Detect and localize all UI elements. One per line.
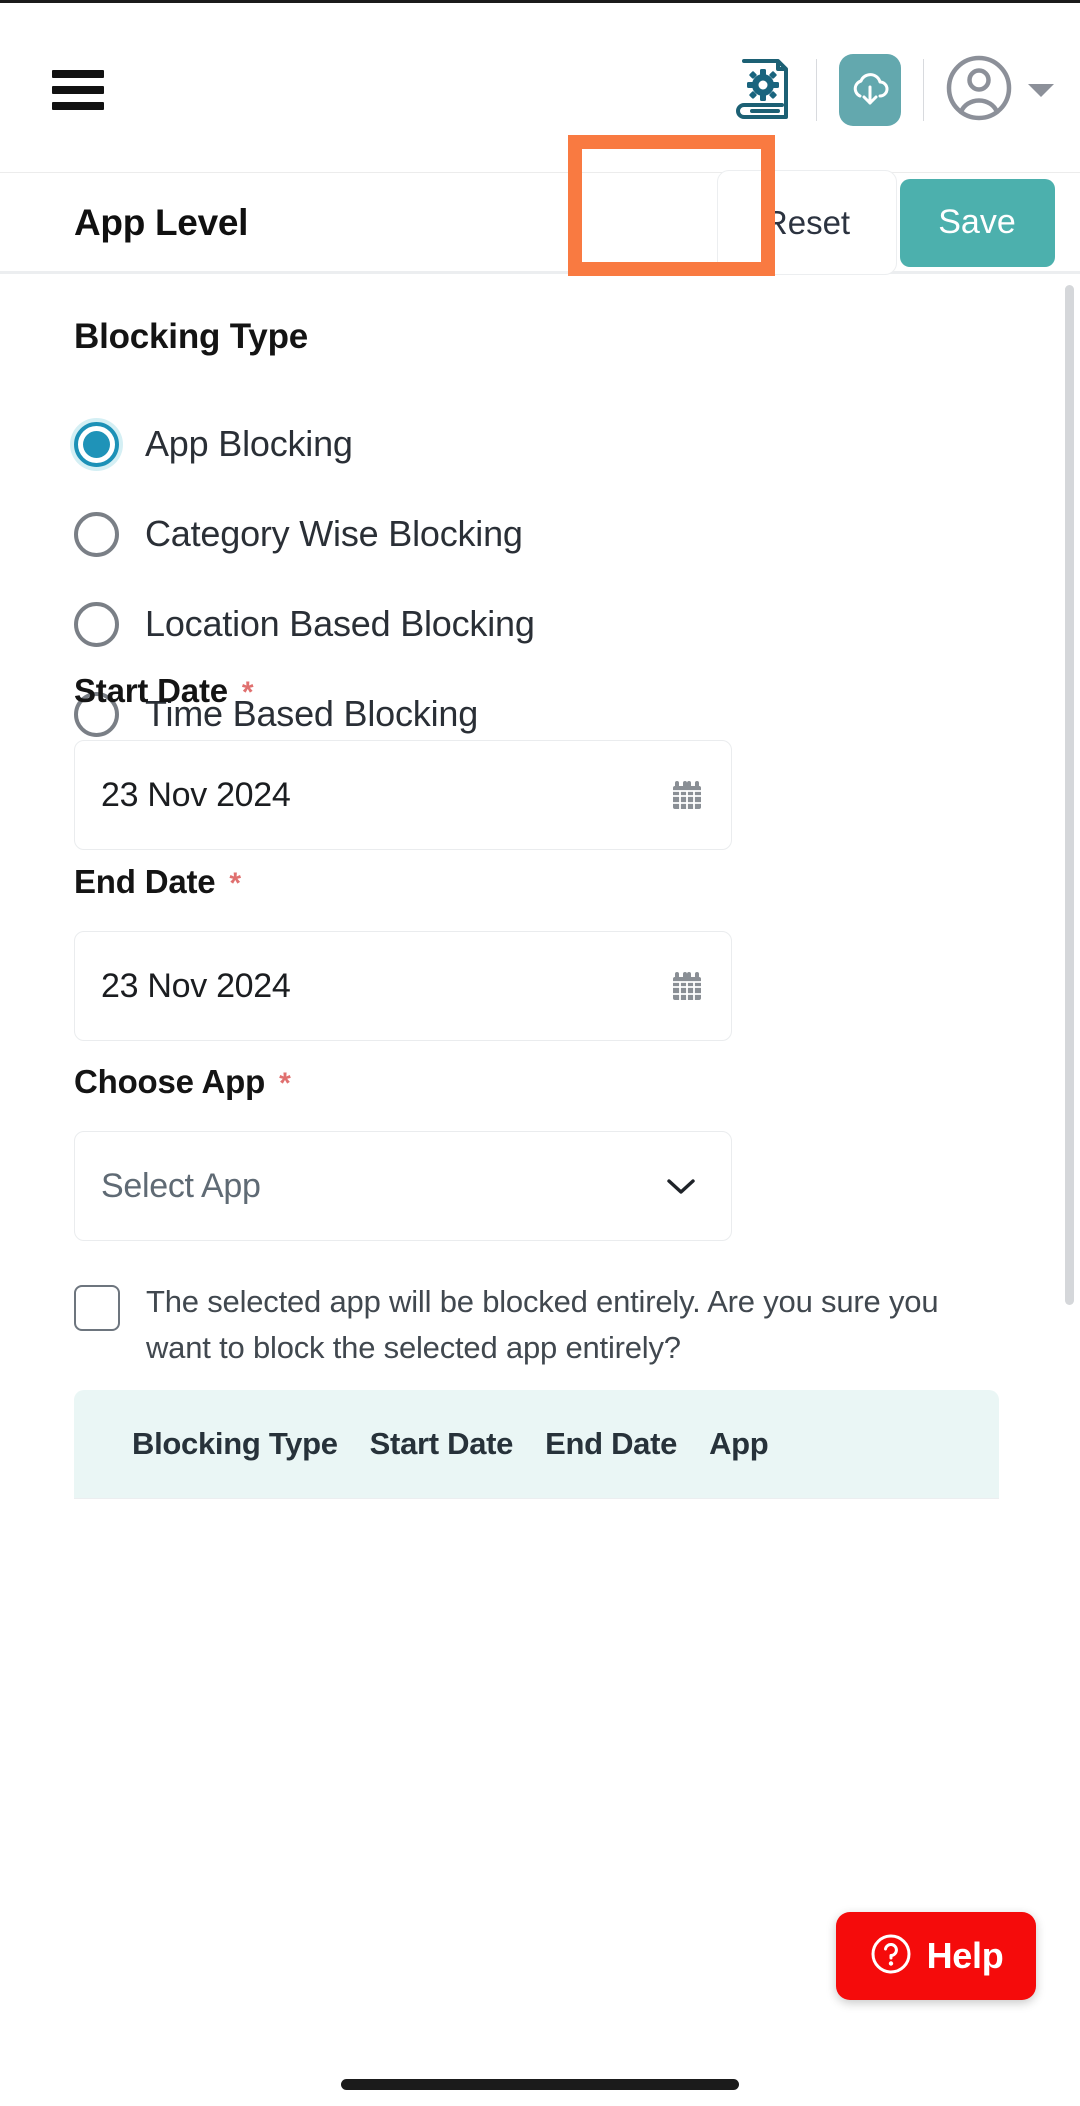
required-asterisk: * bbox=[241, 676, 254, 709]
help-button[interactable]: Help bbox=[836, 1912, 1036, 2000]
start-date-value: 23 Nov 2024 bbox=[101, 775, 291, 814]
home-indicator[interactable] bbox=[341, 2079, 739, 2090]
reset-button[interactable]: Reset bbox=[717, 170, 897, 275]
table-body bbox=[74, 1498, 999, 1588]
start-date-field: Start Date * 23 Nov 2024 bbox=[74, 672, 734, 850]
radio-location-based-blocking[interactable]: Location Based Blocking bbox=[74, 579, 874, 669]
radio-category-wise-blocking[interactable]: Category Wise Blocking bbox=[74, 489, 874, 579]
user-avatar-icon bbox=[946, 55, 1012, 126]
blocking-records-table: Blocking Type Start Date End Date App bbox=[74, 1390, 999, 1588]
chevron-down-icon bbox=[663, 1174, 699, 1198]
blocking-type-heading: Blocking Type bbox=[74, 317, 309, 356]
calendar-icon[interactable] bbox=[669, 777, 705, 813]
radio-label: App Blocking bbox=[145, 423, 353, 464]
page-title: App Level bbox=[74, 201, 249, 243]
page-header-actions: Reset Save bbox=[717, 152, 1080, 294]
book-gear-icon[interactable] bbox=[732, 55, 794, 125]
end-date-label: End Date * bbox=[74, 863, 241, 900]
end-date-input[interactable]: 23 Nov 2024 bbox=[74, 931, 732, 1041]
radio-app-blocking[interactable]: App Blocking bbox=[74, 399, 874, 489]
table-column-app: App bbox=[709, 1426, 769, 1461]
end-date-value: 23 Nov 2024 bbox=[101, 966, 291, 1005]
status-bar bbox=[0, 0, 1080, 8]
content-scrollbar-thumb[interactable] bbox=[1065, 285, 1074, 1305]
start-date-input[interactable]: 23 Nov 2024 bbox=[74, 740, 732, 850]
end-date-field: End Date * 23 Nov 2024 bbox=[74, 863, 734, 1041]
calendar-icon[interactable] bbox=[669, 968, 705, 1004]
save-button[interactable]: Save bbox=[899, 178, 1055, 267]
hamburger-menu-icon[interactable] bbox=[52, 70, 104, 110]
user-menu[interactable] bbox=[946, 55, 1054, 126]
header-divider-1 bbox=[816, 59, 817, 121]
required-asterisk: * bbox=[279, 1067, 291, 1100]
choose-app-field: Choose App * Select App bbox=[74, 1063, 734, 1241]
choose-app-select[interactable]: Select App bbox=[74, 1131, 732, 1241]
choose-app-placeholder: Select App bbox=[101, 1166, 261, 1205]
choose-app-label: Choose App * bbox=[74, 1063, 291, 1100]
radio-indicator-icon bbox=[74, 421, 119, 467]
app-header-bar bbox=[0, 8, 1080, 173]
cloud-download-icon[interactable] bbox=[839, 54, 901, 126]
table-header-row: Blocking Type Start Date End Date App bbox=[74, 1390, 999, 1498]
radio-label: Category Wise Blocking bbox=[145, 513, 523, 554]
confirm-block-checkbox[interactable] bbox=[74, 1285, 120, 1331]
save-button-container: Save bbox=[874, 152, 1080, 294]
table-column-start-date: Start Date bbox=[369, 1426, 514, 1461]
home-bar-area bbox=[0, 2058, 1080, 2106]
app-screen: App Level Reset Save Blocking Type App B… bbox=[0, 0, 1080, 2106]
radio-label: Location Based Blocking bbox=[145, 603, 535, 644]
required-asterisk: * bbox=[229, 867, 241, 900]
app-header-actions bbox=[732, 47, 1054, 133]
form-content: Blocking Type App Blocking Category Wise… bbox=[0, 277, 1080, 2077]
table-column-blocking-type: Blocking Type bbox=[132, 1426, 338, 1461]
question-mark-circle-icon bbox=[869, 1932, 913, 1981]
chevron-down-icon bbox=[1028, 83, 1054, 97]
header-divider-2 bbox=[923, 59, 924, 121]
start-date-label: Start Date * bbox=[74, 672, 254, 709]
help-label: Help bbox=[926, 1935, 1004, 1976]
radio-indicator-icon bbox=[74, 511, 119, 557]
confirm-block-row: The selected app will be blocked entirel… bbox=[74, 1279, 1004, 1371]
radio-indicator-icon bbox=[74, 601, 119, 647]
confirm-block-text: The selected app will be blocked entirel… bbox=[146, 1284, 939, 1365]
table-column-end-date: End Date bbox=[545, 1426, 678, 1461]
page-header: App Level Reset Save bbox=[0, 170, 1080, 275]
